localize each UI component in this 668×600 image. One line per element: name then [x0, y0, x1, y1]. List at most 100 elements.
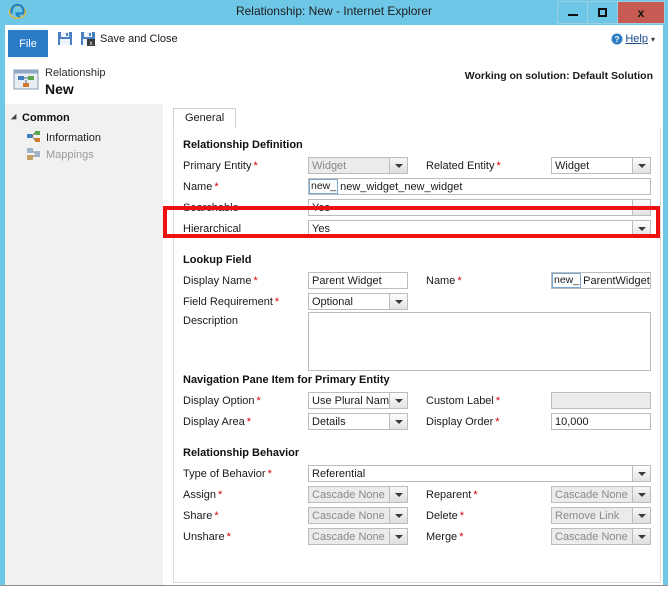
- chevron-down-icon: [389, 508, 407, 523]
- save-and-close-icon[interactable]: x: [80, 31, 96, 46]
- help-label: Help: [625, 33, 648, 45]
- title-bar: Relationship: New - Internet Explorer x: [0, 0, 668, 25]
- label-assign: Assign*: [183, 489, 222, 501]
- hierarchical-select[interactable]: Yes: [308, 220, 651, 237]
- type-of-behavior-select[interactable]: Referential: [308, 465, 651, 482]
- relationship-name-value: new_widget_new_widget: [338, 179, 650, 194]
- window-bottom-strip: [0, 585, 668, 600]
- label-unshare: Unshare*: [183, 531, 231, 543]
- command-bar: File x Save and Close: [5, 25, 663, 58]
- description-textarea[interactable]: [308, 312, 651, 371]
- label-searchable: Searchable: [183, 202, 239, 214]
- label-merge: Merge*: [426, 531, 463, 543]
- required-marker: *: [473, 489, 477, 501]
- tab-general[interactable]: General: [173, 108, 236, 129]
- chevron-down-icon: [389, 393, 407, 408]
- delete-select[interactable]: Remove Link: [551, 507, 651, 524]
- window-controls: x: [558, 1, 665, 23]
- searchable-select[interactable]: Yes: [308, 199, 651, 216]
- svg-text:?: ?: [615, 35, 620, 44]
- searchable-value: Yes: [312, 202, 330, 214]
- label-delete: Delete*: [426, 510, 464, 522]
- required-marker: *: [268, 468, 272, 480]
- display-option-select[interactable]: Use Plural Name: [308, 392, 408, 409]
- entity-header: Relationship New Working on solution: De…: [5, 57, 663, 104]
- share-value: Cascade None: [312, 510, 385, 522]
- display-area-value: Details: [312, 416, 346, 428]
- share-select[interactable]: Cascade None: [308, 507, 408, 524]
- merge-select[interactable]: Cascade None: [551, 528, 651, 545]
- primary-entity-value: Widget: [312, 160, 346, 172]
- sidebar-item-label: Information: [46, 132, 101, 144]
- chevron-down-icon: [632, 158, 650, 173]
- required-marker: *: [257, 395, 261, 407]
- form-panel: General Relationship Definition Primary …: [163, 104, 663, 586]
- type-of-behavior-value: Referential: [312, 468, 365, 480]
- required-marker: *: [496, 160, 500, 172]
- close-button[interactable]: x: [617, 1, 665, 24]
- label-field-requirement: Field Requirement*: [183, 296, 279, 308]
- section-title-navigation-pane: Navigation Pane Item for Primary Entity: [183, 374, 390, 386]
- field-requirement-select[interactable]: Optional: [308, 293, 408, 310]
- label-description: Description: [183, 315, 238, 327]
- related-entity-select[interactable]: Widget: [551, 157, 651, 174]
- page-content: Relationship New Working on solution: De…: [5, 57, 663, 586]
- reparent-select[interactable]: Cascade None: [551, 486, 651, 503]
- display-order-input[interactable]: 10,000: [551, 413, 651, 430]
- required-marker: *: [253, 275, 257, 287]
- relationship-icon: [13, 68, 39, 92]
- section-title-relationship-definition: Relationship Definition: [183, 139, 303, 151]
- required-marker: *: [460, 510, 464, 522]
- chevron-down-icon: [632, 200, 650, 215]
- maximize-button[interactable]: [587, 1, 618, 24]
- section-title-lookup-field: Lookup Field: [183, 254, 251, 266]
- label-hierarchical: Hierarchical: [183, 223, 241, 235]
- required-marker: *: [457, 275, 461, 287]
- required-marker: *: [496, 395, 500, 407]
- display-area-select[interactable]: Details: [308, 413, 408, 430]
- minimize-button[interactable]: [557, 1, 588, 24]
- label-display-order: Display Order*: [426, 416, 500, 428]
- chevron-down-icon: [389, 487, 407, 502]
- chevron-down-icon: [632, 529, 650, 544]
- lookup-name-field[interactable]: new_ ParentWidgetId: [551, 272, 651, 289]
- help-icon: ?: [611, 33, 623, 45]
- lookup-name-value: ParentWidgetId: [581, 273, 651, 288]
- expand-collapse-icon: [11, 114, 19, 122]
- chevron-down-icon: [389, 529, 407, 544]
- label-display-option: Display Option*: [183, 395, 261, 407]
- name-prefix: new_: [309, 179, 338, 194]
- chevron-down-icon: ▾: [651, 35, 655, 44]
- label-reparent: Reparent*: [426, 489, 478, 501]
- lookup-name-prefix: new_: [552, 273, 581, 288]
- save-icon[interactable]: [57, 31, 73, 46]
- mappings-icon: [27, 148, 41, 161]
- help-button[interactable]: ? Help ▾: [611, 33, 655, 45]
- sidebar-item-information[interactable]: Information: [27, 131, 101, 144]
- form-body: Relationship Definition Primary Entity* …: [173, 128, 661, 583]
- primary-entity-select[interactable]: Widget: [308, 157, 408, 174]
- relationship-name-field[interactable]: new_ new_widget_new_widget: [308, 178, 651, 195]
- file-tab[interactable]: File: [8, 30, 48, 57]
- svg-text:x: x: [90, 41, 93, 46]
- chevron-down-icon: [632, 487, 650, 502]
- required-marker: *: [253, 160, 257, 172]
- reparent-value: Cascade None: [555, 489, 628, 501]
- unshare-select[interactable]: Cascade None: [308, 528, 408, 545]
- nav-group-label: Common: [22, 112, 70, 124]
- ie-window: Relationship: New - Internet Explorer x …: [0, 0, 668, 600]
- custom-label-input[interactable]: [551, 392, 651, 409]
- save-and-close-label[interactable]: Save and Close: [100, 33, 178, 45]
- label-related-entity: Related Entity*: [426, 160, 501, 172]
- label-primary-entity: Primary Entity*: [183, 160, 258, 172]
- label-custom-label: Custom Label*: [426, 395, 500, 407]
- required-marker: *: [495, 416, 499, 428]
- nav-group-common[interactable]: Common: [13, 112, 70, 124]
- assign-select[interactable]: Cascade None: [308, 486, 408, 503]
- label-share: Share*: [183, 510, 219, 522]
- label-lookup-name: Name*: [426, 275, 462, 287]
- display-name-input[interactable]: Parent Widget: [308, 272, 408, 289]
- sidebar-item-label: Mappings: [46, 149, 94, 161]
- chevron-down-icon: [389, 414, 407, 429]
- sidebar-item-mappings[interactable]: Mappings: [27, 148, 94, 161]
